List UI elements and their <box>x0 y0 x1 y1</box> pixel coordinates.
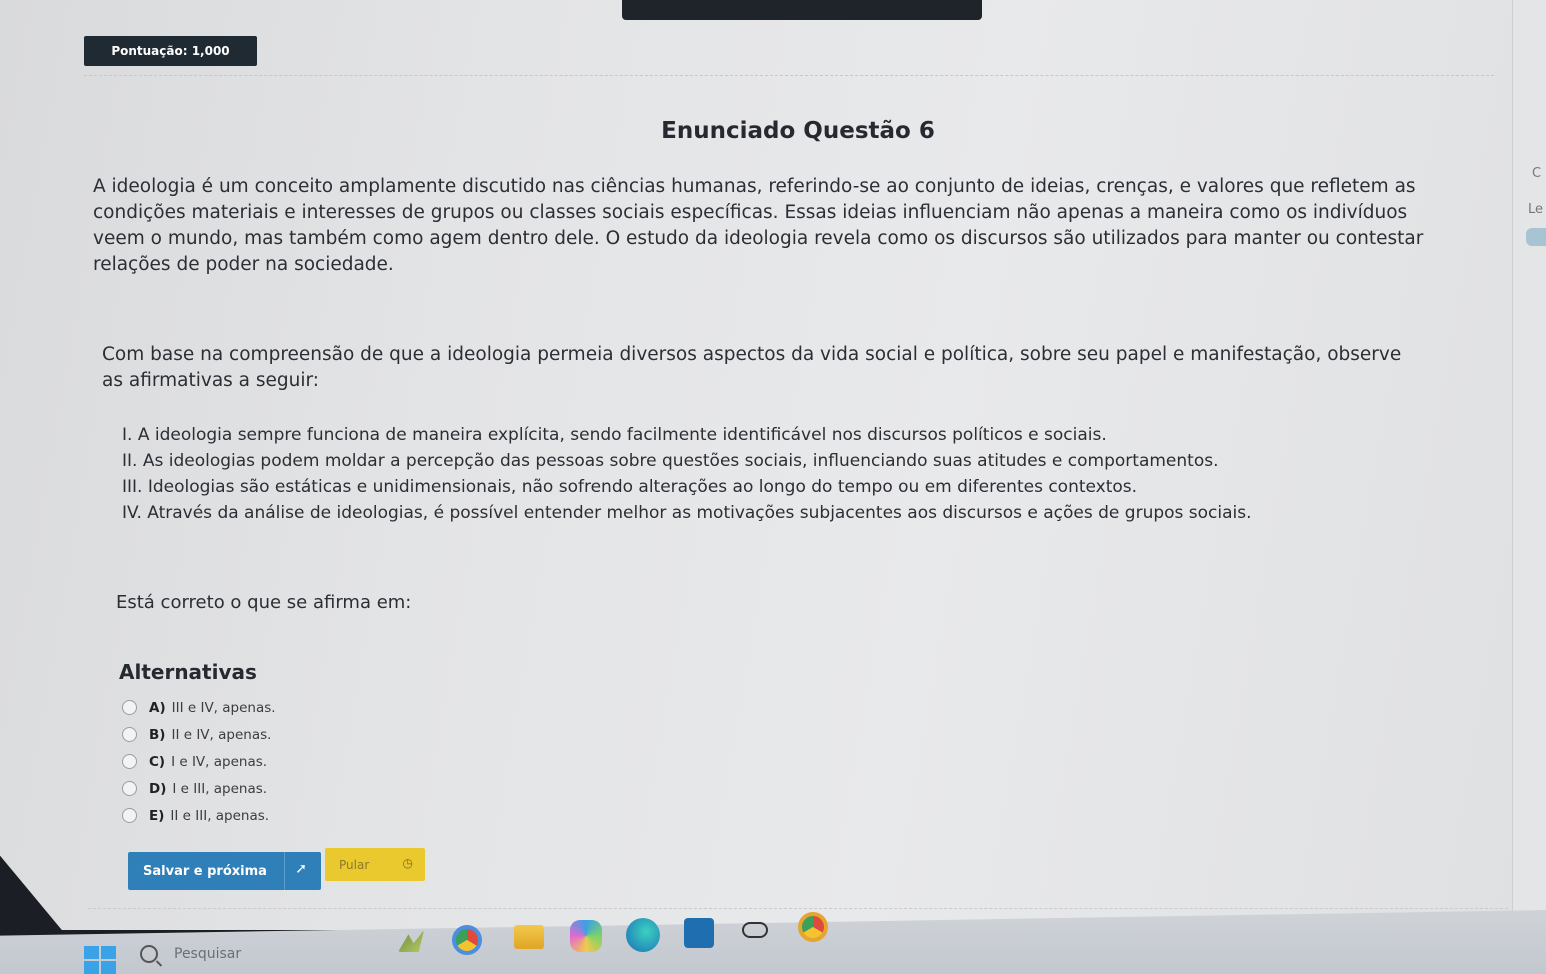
skip-label: Pular <box>339 857 370 872</box>
alternative-letter: B) <box>149 726 166 743</box>
copilot-icon[interactable] <box>570 920 602 952</box>
save-next-label: Salvar e próxima <box>143 863 267 879</box>
alternative-text: I e IV, apenas. <box>171 753 268 770</box>
statement-2: II. As ideologias podem moldar a percepç… <box>122 451 1219 471</box>
alternative-letter: C) <box>149 753 166 770</box>
alternatives-list: A) III e IV, apenas. B) II e IV, apenas.… <box>122 694 276 829</box>
alternative-c[interactable]: C) I e IV, apenas. <box>122 748 276 775</box>
alternative-letter: E) <box>149 807 165 824</box>
statement-1: I. A ideologia sempre funciona de maneir… <box>122 425 1107 445</box>
statement-3: III. Ideologias são estáticas e unidimen… <box>122 477 1138 497</box>
alternative-text: III e IV, apenas. <box>171 699 276 716</box>
radio-button[interactable] <box>122 808 137 823</box>
alternative-letter: D) <box>149 780 167 797</box>
taskbar-search[interactable]: Pesquisar <box>140 940 340 968</box>
statements-list: I. A ideologia sempre funciona de maneir… <box>122 422 1352 526</box>
search-icon <box>140 945 158 963</box>
radio-button[interactable] <box>122 754 137 769</box>
radio-button[interactable] <box>122 727 137 742</box>
skip-button[interactable]: Pular ◷ <box>325 848 425 881</box>
save-next-button[interactable]: Salvar e próxima ➚ <box>128 852 321 890</box>
question-paragraph-1: A ideologia é um conceito amplamente dis… <box>93 176 1424 275</box>
search-placeholder: Pesquisar <box>174 946 242 962</box>
score-badge: Pontuação: 1,000 <box>84 36 257 66</box>
alternative-letter: A) <box>149 699 166 716</box>
radio-button[interactable] <box>122 700 137 715</box>
chrome-icon[interactable] <box>452 925 482 955</box>
question-title: Enunciado Questão 6 <box>661 118 935 144</box>
button-separator <box>284 852 285 890</box>
alternative-e[interactable]: E) II e III, apenas. <box>122 802 276 829</box>
game-icon[interactable] <box>742 922 768 938</box>
header-divider <box>84 75 1494 77</box>
file-explorer-icon[interactable] <box>514 925 544 949</box>
chrome-profile-icon[interactable] <box>798 912 828 942</box>
alternative-d[interactable]: D) I e III, apenas. <box>122 775 276 802</box>
statement-4: IV. Através da análise de ideologias, é … <box>122 503 1252 523</box>
footer-divider <box>88 908 1508 910</box>
arrow-icon: ➚ <box>295 861 307 877</box>
windows-icon[interactable] <box>84 946 116 974</box>
alternatives-title: Alternativas <box>119 660 257 684</box>
edge-icon[interactable] <box>626 918 660 952</box>
question-prompt: Está correto o que se afirma em: <box>116 592 412 613</box>
top-bar <box>622 0 982 20</box>
right-panel-indicator[interactable] <box>1526 228 1546 246</box>
alternative-text: I e III, apenas. <box>172 780 268 797</box>
alternative-a[interactable]: A) III e IV, apenas. <box>122 694 276 721</box>
clock-icon: ◷ <box>402 856 413 870</box>
question-paragraph-2: Com base na compreensão de que a ideolog… <box>102 344 1402 391</box>
radio-button[interactable] <box>122 781 137 796</box>
right-panel-letter: C <box>1532 166 1542 181</box>
alternative-b[interactable]: B) II e IV, apenas. <box>122 721 276 748</box>
alternative-text: II e IV, apenas. <box>171 726 272 743</box>
store-icon[interactable] <box>684 918 714 948</box>
right-panel-label: Le <box>1528 202 1544 217</box>
alternative-text: II e III, apenas. <box>170 807 270 824</box>
